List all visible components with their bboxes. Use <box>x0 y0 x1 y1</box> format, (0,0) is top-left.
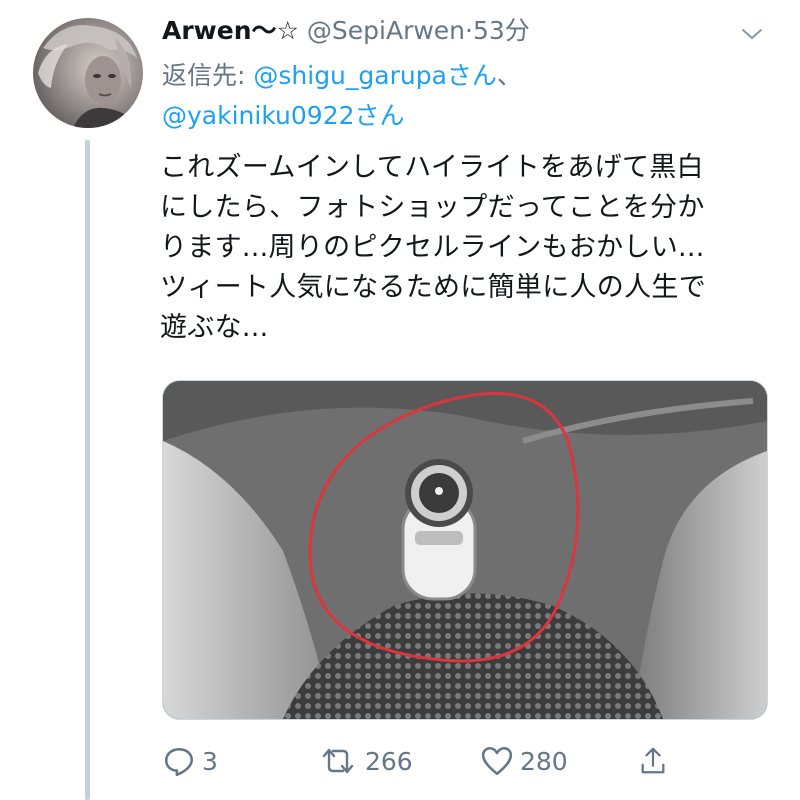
thread-line <box>85 140 90 800</box>
heart-icon <box>481 746 513 776</box>
share-icon <box>641 747 665 774</box>
retweet-icon <box>322 748 354 774</box>
tweet-text-line: ツィート人気になるために簡単に人の人生で <box>160 272 706 303</box>
retweet-count: 266 <box>365 746 413 776</box>
timestamp[interactable]: 53分 <box>473 16 530 45</box>
tweet-text-line: にしたら、フォトショップだってことを分か <box>160 192 705 223</box>
retweet-button[interactable]: 266 <box>317 738 413 784</box>
like-count: 280 <box>520 746 568 776</box>
mention-suffix[interactable]: さん <box>447 61 497 90</box>
mention-link[interactable]: @shigu_garupa <box>253 61 447 90</box>
mention-link[interactable]: @yakiniku0922 <box>162 101 355 130</box>
reply-context: 返信先: @shigu_garupaさん、 @yakiniku0922さん <box>162 56 762 136</box>
tweet-text-line: これズームインしてハイライトをあげて黒白 <box>160 152 704 183</box>
like-button[interactable]: 280 <box>480 738 568 784</box>
avatar[interactable] <box>33 18 143 128</box>
reply-icon <box>164 748 194 777</box>
tweet-text-line: ります...周りのピクセルラインもおかしい... <box>160 232 705 263</box>
tweet-actions: 3 266 280 <box>162 738 682 784</box>
mention-joiner: 、 <box>496 61 522 90</box>
reply-prefix: 返信先: <box>162 61 254 90</box>
display-name[interactable]: Arwen〜☆ <box>162 16 299 45</box>
user-handle[interactable]: @SepiArwen <box>307 16 465 45</box>
tweet-header: Arwen〜☆ @SepiArwen·53分 <box>162 14 740 48</box>
share-button[interactable] <box>638 738 668 784</box>
chevron-down-icon[interactable] <box>740 22 764 46</box>
reply-button[interactable]: 3 <box>162 738 218 784</box>
tweet-text: これズームインしてハイライトをあげて黒白 にしたら、フォトショップだってことを分… <box>160 148 770 348</box>
photo-image <box>163 381 767 719</box>
avatar-image <box>38 24 137 128</box>
reply-count: 3 <box>202 746 218 776</box>
separator-dot: · <box>465 16 473 45</box>
mention-suffix[interactable]: さん <box>355 101 405 130</box>
tweet-text-line: 遊ぶな... <box>160 312 269 343</box>
attached-photo[interactable] <box>162 380 768 720</box>
